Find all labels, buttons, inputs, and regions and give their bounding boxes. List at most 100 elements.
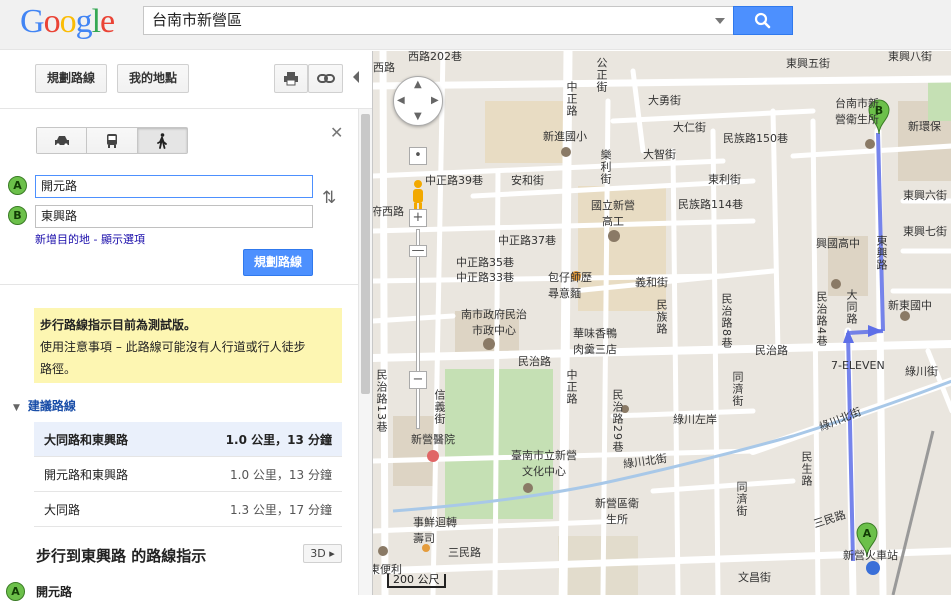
end-location-input[interactable]: 東興路 (35, 205, 313, 228)
map-label: 民治路29巷 (611, 389, 624, 453)
map-label: 西路202巷 (408, 51, 462, 63)
map-canvas[interactable]: B A 西路202巷 公正街 東興五街 東興八街 大勇街 台南市新營衛生所 新環… (372, 51, 951, 595)
scrollbar-thumb[interactable] (361, 114, 370, 394)
map-label: 中正路37巷 (498, 234, 556, 247)
map-label: 同濟街 (731, 371, 744, 407)
location-icon[interactable]: • (409, 147, 427, 165)
map-label: 樂利街 (599, 149, 612, 185)
route-meta: 1.0 公里，13 分鐘 (230, 467, 332, 482)
map-label: 7-ELEVEN (831, 359, 885, 372)
close-icon[interactable]: ✕ (330, 123, 343, 142)
pan-down-icon[interactable]: ▼ (414, 111, 422, 122)
map-label: 民生路 (800, 451, 813, 487)
map-label: 安和街 (511, 174, 544, 187)
3d-button[interactable]: 3D ▸ (303, 544, 342, 563)
map-label: 興國高中 (816, 237, 860, 250)
zoom-slider-track[interactable] (416, 229, 420, 429)
suggested-routes-header[interactable]: ▼ 建議路線 (13, 397, 76, 414)
collapse-panel-icon[interactable] (353, 71, 359, 83)
print-icon (284, 72, 298, 86)
my-places-button[interactable]: 我的地點 (117, 64, 189, 93)
map-label: 新營醫院 (411, 433, 455, 446)
mode-walk[interactable] (137, 128, 187, 153)
map-label: 西路 (373, 61, 395, 74)
link-separator: - (90, 233, 101, 246)
logo-letter: G (20, 3, 45, 40)
pan-control[interactable]: ▲ ▼ ◀ ▶ (393, 76, 443, 126)
show-options-link[interactable]: 顯示選項 (101, 233, 145, 246)
map-label: 中正路 (565, 81, 578, 117)
panel-toolbar: 規劃路線 我的地點 (0, 51, 372, 109)
map-label: 民治路4巷 (815, 291, 828, 347)
map-label: 民治路8巷 (720, 293, 733, 349)
map-label: 東興路 (875, 235, 888, 271)
start-marker-icon: A (8, 176, 27, 195)
map-label: 國立新營高工 (591, 199, 635, 228)
transit-icon (106, 134, 117, 148)
route-option[interactable]: 大同路 1.3 公里，17 分鐘 (34, 492, 342, 527)
logo-letter: l (91, 3, 102, 40)
route-meta: 1.3 公里，17 分鐘 (230, 502, 332, 517)
map-label: 民治路 (518, 355, 551, 368)
link-button[interactable] (308, 64, 343, 93)
mode-transit[interactable] (87, 128, 138, 153)
mode-car[interactable] (37, 128, 88, 153)
chevron-down-icon[interactable] (715, 18, 725, 24)
route-option[interactable]: 大同路和東興路 1.0 公里，13 分鐘 (34, 422, 342, 457)
pegman-icon[interactable] (410, 179, 426, 211)
map-label: 東興八街 (888, 51, 932, 63)
map-label: 民族路 (655, 299, 668, 335)
search-button[interactable] (733, 6, 793, 35)
pan-right-icon[interactable]: ▶ (431, 95, 439, 106)
divider (0, 284, 358, 285)
swap-icon[interactable]: ⇅ (322, 188, 336, 208)
start-location-input[interactable]: 開元路 (35, 175, 313, 198)
print-button[interactable] (274, 64, 308, 93)
step-marker-icon: A (6, 582, 25, 601)
google-logo[interactable]: Google (20, 3, 115, 41)
zoom-out-button[interactable]: − (409, 371, 427, 389)
notice-title: 步行路線指示目前為測試版。 (40, 318, 197, 332)
search-value: 台南市新營區 (152, 11, 243, 29)
logo-letter: o (59, 3, 77, 40)
map-label: 民族路114巷 (678, 198, 743, 211)
3d-label: 3D (310, 547, 326, 560)
logo-letter: e (100, 3, 115, 40)
route-option[interactable]: 開元路和東興路 1.0 公里，13 分鐘 (34, 457, 342, 492)
route-name: 大同路和東興路 (44, 432, 129, 447)
map-label: 綠川左岸 (673, 413, 717, 426)
zoom-slider-thumb[interactable]: — (409, 244, 427, 257)
notice-line: 路徑。 (40, 362, 77, 376)
search-input[interactable]: 台南市新營區 (143, 6, 734, 35)
map-label: 南市政府民治市政中心 (461, 308, 527, 337)
map-label: 新環保 (908, 120, 941, 133)
map-marker-a-label: A (863, 527, 872, 540)
pan-up-icon[interactable]: ▲ (414, 79, 422, 90)
pan-left-icon[interactable]: ◀ (397, 95, 405, 106)
zoom-in-button[interactable]: + (409, 209, 427, 227)
map-label: 三民路 (448, 546, 481, 559)
map-label: 東興六街 (903, 189, 947, 202)
map-label: 公正街 (595, 57, 608, 93)
map-label: 東興七街 (903, 225, 947, 238)
beta-notice: 步行路線指示目前為測試版。 使用注意事項 – 此路線可能沒有人行道或行人徒步 路… (34, 308, 342, 383)
logo-letter: g (75, 3, 93, 40)
directions-panel: 規劃路線 我的地點 ✕ A 開元路 B 東興路 ⇅ 新增目的地 - 顯示選項 規… (0, 51, 372, 601)
map-label: 新營火車站 (843, 549, 898, 562)
chevron-down-icon: ▼ (13, 403, 20, 413)
route-meta: 1.0 公里，13 分鐘 (225, 432, 332, 447)
play-icon: ▸ (329, 547, 335, 560)
map-label: 東興五街 (786, 57, 830, 70)
map-label: 民治路 (755, 344, 788, 357)
plan-route-button[interactable]: 規劃路線 (243, 249, 313, 276)
directions-button[interactable]: 規劃路線 (35, 64, 107, 93)
map-label: 中正路35巷 (456, 256, 514, 269)
route-name: 大同路 (44, 502, 81, 517)
map-label: 新營區衛生所 (595, 497, 639, 526)
first-step: 開元路 (36, 585, 73, 599)
map-label: 義和街 (635, 276, 668, 289)
panel-scrollbar[interactable] (358, 109, 372, 595)
add-destination-link[interactable]: 新增目的地 (35, 233, 90, 246)
map-label: 民治路13巷 (375, 369, 388, 433)
notice-line: 使用注意事項 – 此路線可能沒有人行道或行人徒步 (40, 340, 306, 354)
